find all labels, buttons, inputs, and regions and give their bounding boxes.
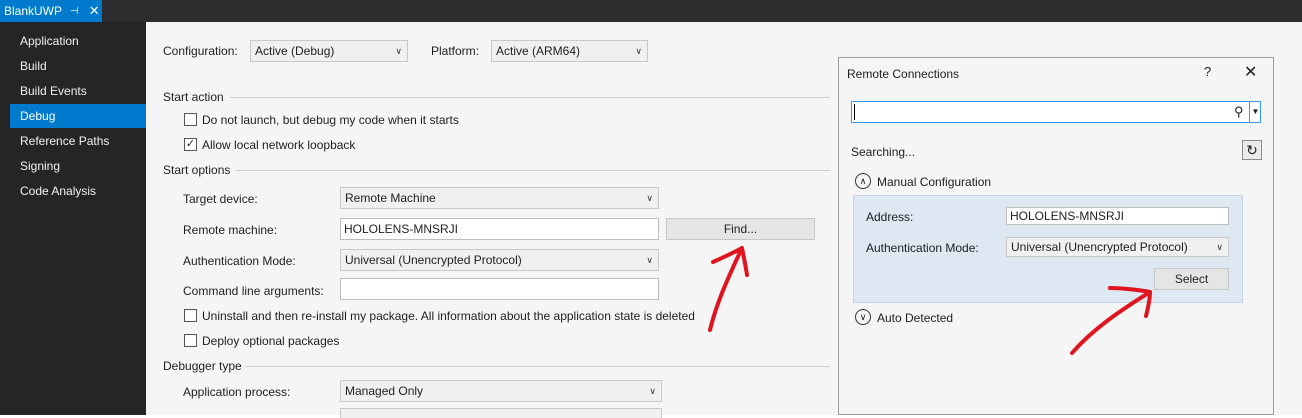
debugger-type-heading: Debugger type — [163, 359, 242, 373]
command-line-input[interactable] — [340, 278, 659, 300]
app-process-label: Application process: — [183, 385, 291, 399]
pin-icon[interactable]: ⊣ — [70, 6, 79, 17]
start-action-heading: Start action — [163, 90, 224, 104]
address-input[interactable]: HOLOLENS-MNSRJI — [1006, 207, 1229, 225]
auto-detected-heading[interactable]: Auto Detected — [877, 311, 953, 325]
auth-mode-value: Universal (Unencrypted Protocol) — [345, 253, 522, 267]
next-select-partial[interactable] — [340, 408, 662, 418]
uninstall-checkbox[interactable] — [184, 309, 197, 322]
dont-launch-label: Do not launch, but debug my code when it… — [202, 113, 459, 127]
tab-blankuwp[interactable]: BlankUWP ⊣ ✕ — [0, 0, 102, 22]
allow-loopback-label: Allow local network loopback — [202, 138, 356, 152]
searching-status: Searching... — [851, 145, 916, 159]
dialog-auth-select[interactable]: Universal (Unencrypted Protocol) ∨ — [1006, 237, 1229, 257]
refresh-icon[interactable]: ↻ — [1242, 140, 1262, 160]
dialog-auth-label: Authentication Mode: — [866, 241, 979, 255]
command-line-label: Command line arguments: — [183, 284, 324, 298]
target-device-label: Target device: — [183, 192, 258, 206]
configuration-value: Active (Debug) — [255, 44, 335, 58]
divider — [246, 366, 830, 367]
collapse-icon[interactable]: ∧ — [855, 173, 871, 189]
allow-loopback-checkbox[interactable]: ✓ — [184, 138, 197, 151]
chevron-down-icon: ∨ — [1216, 242, 1223, 252]
configuration-label: Configuration: — [163, 44, 238, 58]
remote-machine-input[interactable]: HOLOLENS-MNSRJI — [340, 218, 659, 240]
app-process-value: Managed Only — [345, 384, 424, 398]
tab-title: BlankUWP — [4, 4, 63, 18]
app-process-select[interactable]: Managed Only ∨ — [340, 380, 662, 402]
divider — [236, 170, 830, 171]
target-device-value: Remote Machine — [345, 191, 436, 205]
remote-machine-label: Remote machine: — [183, 223, 278, 237]
find-button[interactable]: Find... — [666, 218, 815, 240]
search-input[interactable]: ⚲ ▼ — [851, 101, 1261, 123]
platform-select[interactable]: Active (ARM64) ∨ — [491, 40, 648, 62]
uninstall-label: Uninstall and then re-install my package… — [202, 309, 695, 323]
divider — [230, 97, 830, 98]
chevron-down-icon: ∨ — [646, 193, 653, 203]
chevron-down-icon: ∨ — [635, 46, 642, 56]
chevron-down-icon: ∨ — [649, 386, 656, 396]
chevron-down-icon: ∨ — [395, 46, 402, 56]
sidebar-item-signing[interactable]: Signing — [10, 154, 146, 178]
sidebar-item-reference-paths[interactable]: Reference Paths — [10, 129, 146, 153]
sidebar-item-code-analysis[interactable]: Code Analysis — [10, 179, 146, 203]
dialog-title: Remote Connections — [847, 67, 960, 81]
chevron-down-icon: ∨ — [646, 255, 653, 265]
properties-sidebar: Application Build Build Events Debug Ref… — [0, 22, 156, 415]
sidebar-item-application[interactable]: Application — [10, 29, 146, 53]
deploy-optional-label: Deploy optional packages — [202, 334, 340, 348]
platform-label: Platform: — [431, 44, 480, 58]
platform-value: Active (ARM64) — [496, 44, 581, 58]
dialog-auth-value: Universal (Unencrypted Protocol) — [1011, 240, 1188, 254]
search-icon[interactable]: ⚲ — [1234, 104, 1244, 120]
auth-mode-label: Authentication Mode: — [183, 254, 296, 268]
chevron-down-icon[interactable]: ▼ — [1249, 101, 1261, 123]
target-device-select[interactable]: Remote Machine ∨ — [340, 187, 659, 209]
help-button[interactable]: ? — [1204, 64, 1211, 79]
sidebar-item-debug[interactable]: Debug — [10, 104, 156, 128]
dont-launch-checkbox[interactable] — [184, 113, 197, 126]
manual-config-panel: Address: HOLOLENS-MNSRJI Authentication … — [853, 195, 1243, 303]
sidebar-item-build[interactable]: Build — [10, 54, 146, 78]
text-caret — [854, 104, 855, 120]
address-label: Address: — [866, 210, 914, 224]
document-tab-strip: BlankUWP ⊣ ✕ — [0, 0, 1302, 22]
dialog-close-button[interactable]: ✕ — [1244, 62, 1257, 82]
manual-config-heading[interactable]: Manual Configuration — [877, 175, 991, 189]
configuration-select[interactable]: Active (Debug) ∨ — [250, 40, 408, 62]
close-icon[interactable]: ✕ — [89, 3, 100, 19]
remote-connections-dialog: Remote Connections ? ✕ ⚲ ▼ Searching... … — [838, 57, 1274, 415]
deploy-optional-checkbox[interactable] — [184, 334, 197, 347]
select-button[interactable]: Select — [1154, 268, 1229, 290]
expand-icon[interactable]: ∨ — [855, 309, 871, 325]
start-options-heading: Start options — [163, 163, 231, 177]
sidebar-item-build-events[interactable]: Build Events — [10, 79, 146, 103]
auth-mode-select[interactable]: Universal (Unencrypted Protocol) ∨ — [340, 249, 659, 271]
